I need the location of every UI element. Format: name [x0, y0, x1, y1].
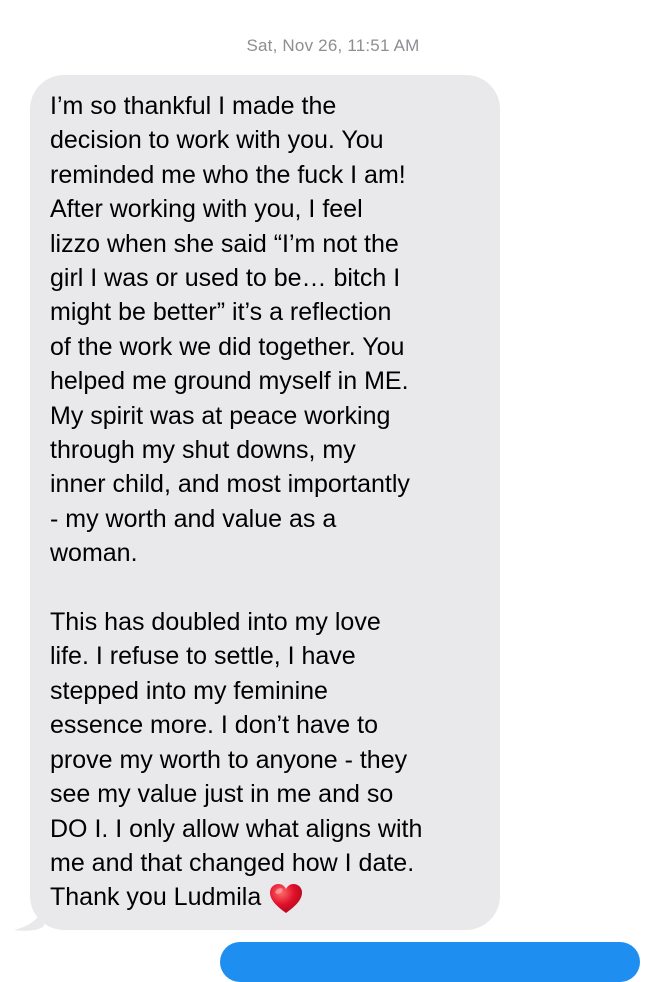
- message-line: This has doubled into my love: [50, 608, 381, 637]
- message-line: might be better” it’s a reflection: [50, 298, 392, 327]
- message-line: life. I refuse to settle, I have: [50, 642, 356, 671]
- paragraph-break: [50, 571, 482, 605]
- message-line: inner child, and most importantly: [50, 470, 410, 499]
- message-line: helped me ground myself in ME.: [50, 367, 409, 396]
- message-line: of the work we did together. You: [50, 332, 405, 361]
- closing-text: Thank you Ludmila: [50, 883, 262, 912]
- message-line: decision to work with you. You: [50, 126, 384, 155]
- received-message-bubble[interactable]: I’m so thankful I made the decision to w…: [30, 75, 500, 930]
- message-line: prove my worth to anyone - they: [50, 745, 408, 774]
- message-line: reminded me who the fuck I am!: [50, 160, 406, 189]
- message-line: girl I was or used to be… bitch I: [50, 264, 401, 293]
- message-line: stepped into my feminine: [50, 676, 328, 705]
- message-line: woman.: [50, 539, 138, 568]
- message-line: I’m so thankful I made the: [50, 92, 337, 120]
- red-heart-icon: [270, 883, 303, 913]
- sent-message-bubble-edge[interactable]: [220, 942, 640, 982]
- message-timestamp: Sat, Nov 26, 11:51 AM: [246, 36, 420, 55]
- message-line: DO I. I only allow what aligns with: [50, 814, 423, 843]
- message-line: through my shut downs, my: [50, 436, 356, 465]
- message-line: My spirit was at peace working: [50, 401, 391, 430]
- message-line: After working with you, I feel: [50, 195, 363, 224]
- message-line: - my worth and value as a: [50, 504, 337, 533]
- message-line: essence more. I don’t have to: [50, 711, 378, 740]
- message-line: see my value just in me and so: [50, 780, 394, 809]
- message-closing-line: Thank you Ludmila: [50, 880, 482, 914]
- message-line: lizzo when she said “I’m not the: [50, 229, 399, 258]
- message-line: me and that changed how I date.: [50, 848, 415, 877]
